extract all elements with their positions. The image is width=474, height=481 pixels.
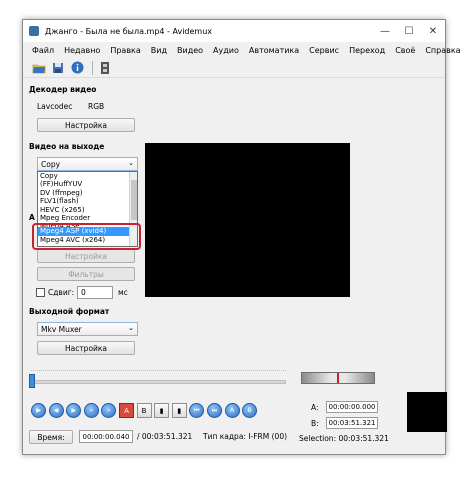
title-bar: Джанго - Была не была.mp4 - Avidemux — ☐… (23, 20, 445, 42)
shift-label: Сдвиг: (48, 288, 75, 297)
menu-video[interactable]: Видео (172, 46, 208, 55)
total-duration: / 00:03:51.321 (137, 432, 193, 441)
codec-option[interactable]: FLV1(flash) (38, 197, 137, 205)
set-marker-b-icon[interactable]: B (136, 403, 152, 418)
menu-file[interactable]: Файл (27, 46, 59, 55)
chevron-down-icon: ⌄ (128, 159, 134, 167)
film-icon[interactable] (97, 60, 113, 76)
menu-auto[interactable]: Автоматика (244, 46, 304, 55)
menu-help[interactable]: Справка (420, 46, 465, 55)
menu-recent[interactable]: Недавно (59, 46, 105, 55)
info-icon[interactable] (69, 60, 85, 76)
avidemux-logo-icon (29, 26, 39, 36)
next-keyframe-icon[interactable]: » (101, 403, 117, 418)
video-codec-select[interactable]: Copy ⌄ (37, 157, 138, 171)
codec-option[interactable]: DV (ffmpeg) (38, 189, 137, 197)
selection-duration: Selection: 00:03:51.321 (299, 434, 389, 443)
container-select[interactable]: Mkv Muxer ⌄ (37, 322, 138, 336)
goto-marker-b-icon[interactable]: B (242, 403, 258, 418)
close-icon[interactable]: ✕ (421, 20, 445, 42)
maximize-icon[interactable]: ☐ (397, 20, 421, 42)
codec-option[interactable]: HEVC (x265) (38, 206, 137, 214)
jog-shuttle[interactable] (301, 372, 375, 384)
menu-edit[interactable]: Правка (105, 46, 145, 55)
shift-unit: мс (118, 288, 128, 297)
marker-b-label: B: (311, 419, 319, 428)
prev-keyframe-icon[interactable]: « (83, 403, 99, 418)
shift-input[interactable]: 0 (77, 286, 113, 299)
minimize-icon[interactable]: — (373, 20, 397, 42)
forward-icon[interactable]: ▶ (66, 403, 82, 418)
first-frame-icon[interactable]: ⏮ (189, 403, 205, 418)
decoder-codec: Lavcodec (37, 102, 73, 111)
menu-custom[interactable]: Своё (390, 46, 420, 55)
navigation-controls: ▶ ◀ ▶ « » A B ▮ ▮ ⏮ ⏭ A B (31, 403, 260, 418)
codec-option[interactable]: (FF)HuffYUV (38, 180, 137, 188)
jog-marker (337, 373, 339, 383)
video-output-section-title: Видео на выходе (29, 142, 105, 151)
menu-bar: Файл Недавно Правка Вид Видео Аудио Авто… (23, 42, 461, 58)
toolbar-separator (92, 60, 93, 75)
play-icon[interactable]: ▶ (31, 403, 46, 418)
menu-view[interactable]: Вид (146, 46, 172, 55)
last-frame-icon[interactable]: ⏭ (206, 403, 222, 418)
menu-go[interactable]: Переход (344, 46, 390, 55)
video-preview (145, 143, 350, 297)
shift-checkbox[interactable] (36, 288, 45, 297)
decoder-format: RGB (88, 102, 105, 111)
thumbnail-preview (407, 392, 447, 432)
prev-black-frame-icon[interactable]: ▮ (154, 403, 170, 418)
scrollbar-thumb[interactable] (131, 180, 137, 220)
set-marker-a-icon[interactable]: A (118, 403, 134, 418)
time-button[interactable]: Время: (29, 430, 73, 444)
marker-a-label: A: (311, 403, 319, 412)
shift-value: 0 (81, 288, 86, 297)
marker-a-time: 00:00:00.000 (326, 401, 378, 413)
goto-marker-a-icon[interactable]: A (224, 403, 240, 418)
container-settings-button[interactable]: Настройка (37, 341, 135, 355)
decoder-section-title: Декодер видео (29, 85, 97, 94)
filters-button[interactable]: Фильтры (37, 267, 135, 281)
menu-audio[interactable]: Аудио (208, 46, 244, 55)
container-selected: Mkv Muxer (41, 324, 82, 334)
menu-tools[interactable]: Сервис (304, 46, 344, 55)
toolbar (23, 58, 445, 78)
timeline-guide (31, 370, 286, 371)
timeline-slider[interactable] (31, 380, 286, 384)
marker-b-time: 00:03:51.321 (326, 417, 378, 429)
open-file-icon[interactable] (31, 60, 47, 76)
highlight-frame (32, 223, 141, 250)
timeline-slider-thumb[interactable] (29, 374, 35, 388)
video-codec-selected: Copy (41, 159, 61, 169)
save-icon[interactable] (50, 60, 66, 76)
output-format-section-title: Выходной формат (29, 307, 110, 316)
window-title: Джанго - Была не была.mp4 - Avidemux (45, 26, 213, 36)
rewind-icon[interactable]: ◀ (48, 403, 64, 418)
decoder-settings-button[interactable]: Настройка (37, 118, 135, 132)
codec-option[interactable]: Copy (38, 172, 137, 180)
app-window: Джанго - Была не была.mp4 - Avidemux — ☐… (22, 19, 461, 455)
next-black-frame-icon[interactable]: ▮ (171, 403, 187, 418)
codec-option[interactable]: Mpeg Encoder (38, 214, 137, 222)
current-time-input[interactable]: 00:00:00.040 (79, 430, 133, 443)
frame-type: Тип кадра: I-FRM (00) (203, 432, 288, 441)
video-settings-button[interactable]: Настройка (37, 249, 135, 263)
chevron-down-icon: ⌄ (128, 324, 134, 332)
hidden-section-label: А (29, 213, 35, 222)
